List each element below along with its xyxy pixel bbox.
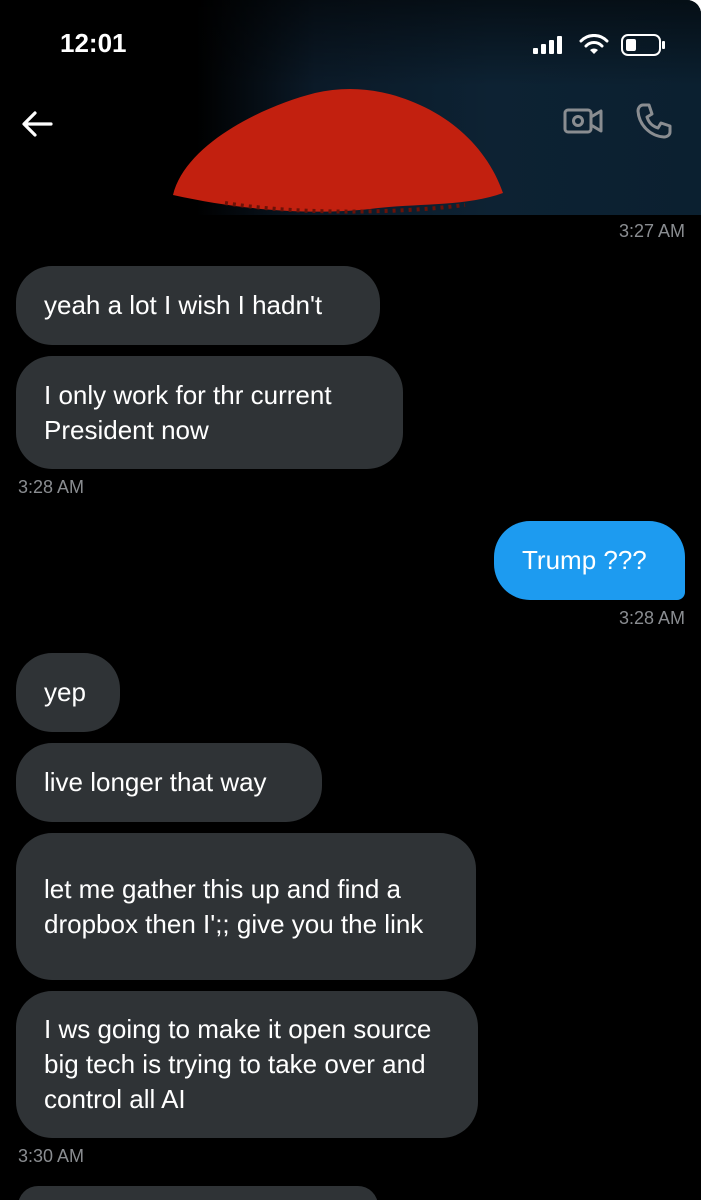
back-button[interactable] [18,104,58,144]
message-text: I only work for thr current President no… [44,379,332,445]
status-time: 12:01 [60,28,127,58]
message-text: yep [44,677,86,707]
dm-screen: 12:01 3:27 AM yeah a lot I wish I hadn't… [0,0,701,1200]
signal-icon [533,36,562,54]
message-bubble-incoming[interactable]: live longer that way [16,743,322,822]
video-call-icon[interactable] [563,103,603,139]
message-bubble-incoming[interactable] [18,1186,378,1200]
status-icons [533,30,667,60]
message-text: Trump ??? [522,545,647,575]
message-text: I ws going to make it open source big te… [44,1014,432,1114]
redacted-profile [173,89,503,214]
phone-icon[interactable] [635,102,673,140]
message-bubble-incoming[interactable]: yeah a lot I wish I hadn't [16,266,380,345]
wifi-icon [579,34,609,54]
battery-icon [621,34,665,56]
timestamp: 3:30 AM [18,1146,85,1166]
message-text: yeah a lot I wish I hadn't [44,290,323,320]
message-bubble-outgoing[interactable]: Trump ??? [494,521,685,600]
arrow-left-icon [22,111,53,137]
message-bubble-incoming[interactable]: yep [16,653,120,732]
timestamp: 3:28 AM [618,608,685,628]
message-text: let me gather this up and find a dropbox… [44,873,424,939]
timestamp: 3:27 AM [618,221,685,241]
call-actions [563,102,673,140]
message-bubble-incoming[interactable]: let me gather this up and find a dropbox… [16,833,476,980]
message-bubble-incoming[interactable]: I ws going to make it open source big te… [16,991,478,1138]
message-bubble-incoming[interactable]: I only work for thr current President no… [16,356,403,469]
timestamp: 3:28 AM [18,477,85,497]
message-text: live longer that way [44,767,267,797]
